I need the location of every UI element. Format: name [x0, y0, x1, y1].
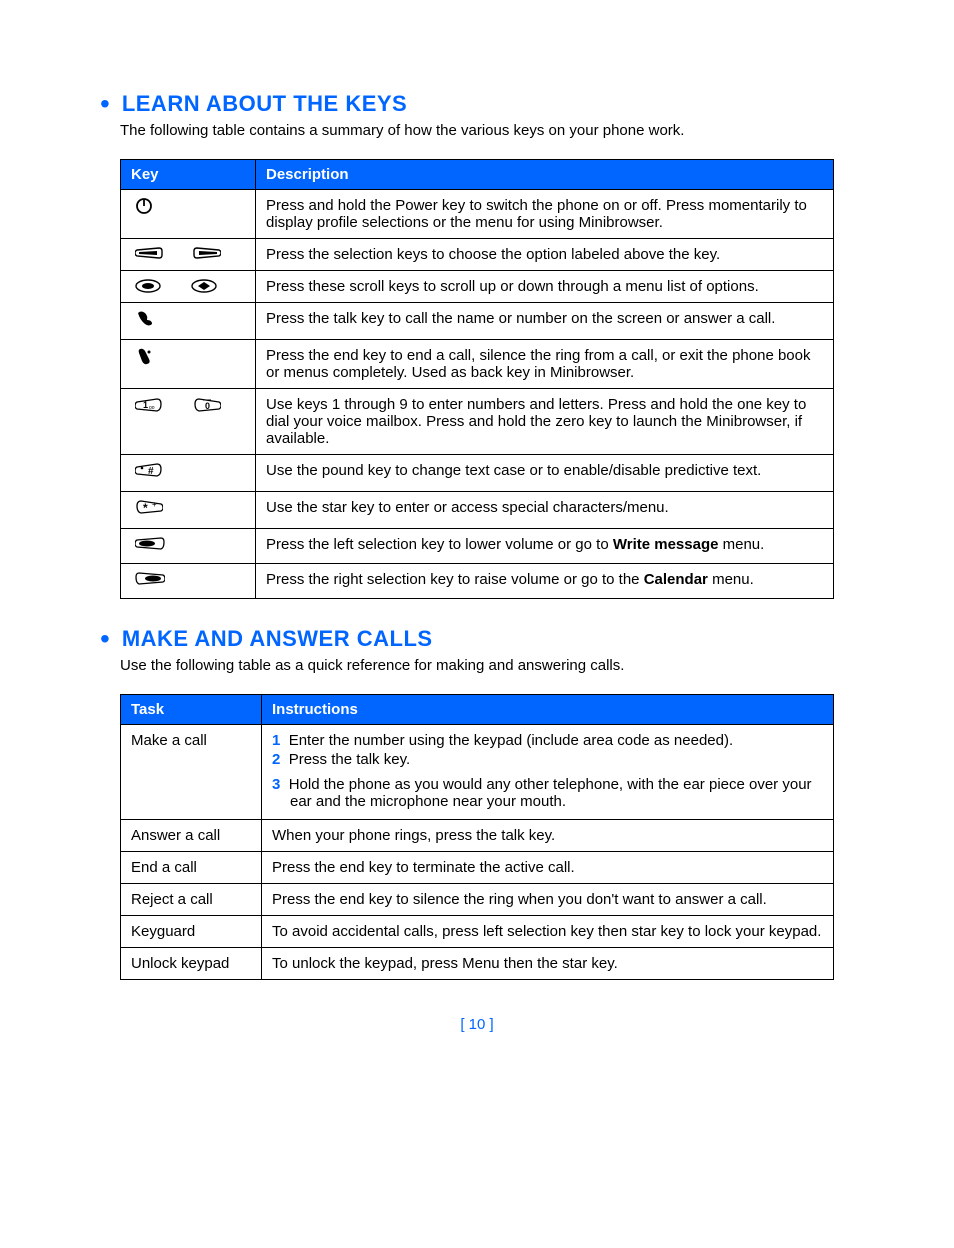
calls-table: Task Instructions Make a call 1 Enter th… — [120, 694, 834, 980]
section2-title: MAKE AND ANSWER CALLS — [122, 626, 433, 652]
pound-icon: # — [135, 462, 163, 484]
calls-table-header-row: Task Instructions — [121, 695, 834, 725]
table-row: Reject a call Press the end key to silen… — [121, 884, 834, 916]
right-select-icon — [135, 571, 165, 591]
step-number: 2 — [272, 751, 280, 768]
svg-text:+: + — [152, 500, 157, 509]
table-row: Press the end key to end a call, silence… — [121, 340, 834, 389]
step-text: Hold the phone as you would any other te… — [289, 776, 812, 810]
section2-intro: Use the following table as a quick refer… — [120, 657, 834, 674]
desc-text: menu. — [718, 536, 764, 553]
end-icon — [135, 347, 155, 371]
calls-header-task: Task — [121, 695, 262, 725]
desc-cell: Press the end key to end a call, silence… — [256, 340, 834, 389]
table-row: Make a call 1 Enter the number using the… — [121, 725, 834, 820]
number-keys-icon: 1oo 0 — [135, 396, 245, 414]
task-cell: Answer a call — [121, 820, 262, 852]
key-cell — [121, 190, 256, 239]
talk-icon — [135, 310, 155, 332]
key-cell: 1oo 0 — [121, 389, 256, 455]
key-cell — [121, 564, 256, 599]
step-text: Enter the number using the keypad (inclu… — [289, 732, 733, 749]
table-row: Press the right selection key to raise v… — [121, 564, 834, 599]
key-cell: *+ — [121, 492, 256, 529]
step-2: 2 Press the talk key. — [272, 751, 823, 768]
step-number: 1 — [272, 732, 280, 749]
step-text: Press the talk key. — [289, 751, 410, 768]
instr-cell: Press the end key to terminate the activ… — [262, 852, 834, 884]
task-cell: End a call — [121, 852, 262, 884]
table-row: Answer a call When your phone rings, pre… — [121, 820, 834, 852]
section1-title: LEARN ABOUT THE KEYS — [122, 91, 407, 117]
desc-cell: Press the talk key to call the name or n… — [256, 303, 834, 340]
table-row: Press the selection keys to choose the o… — [121, 239, 834, 271]
section2-header: • MAKE AND ANSWER CALLS — [100, 625, 834, 653]
table-row: Press these scroll keys to scroll up or … — [121, 271, 834, 303]
left-select-icon — [135, 536, 165, 556]
keys-header-key: Key — [121, 160, 256, 190]
key-cell — [121, 239, 256, 271]
svg-text:*: * — [143, 501, 148, 515]
svg-text:0: 0 — [205, 401, 210, 411]
page-number: [ 10 ] — [120, 1016, 834, 1033]
task-cell: Make a call — [121, 725, 262, 820]
desc-text: menu. — [708, 571, 754, 588]
power-icon — [135, 197, 153, 219]
desc-cell: Press the left selection key to lower vo… — [256, 529, 834, 564]
key-cell — [121, 271, 256, 303]
keys-table-header-row: Key Description — [121, 160, 834, 190]
step-1: 1 Enter the number using the keypad (inc… — [272, 732, 823, 749]
table-row: # Use the pound key to change text case … — [121, 455, 834, 492]
desc-cell: Press the right selection key to raise v… — [256, 564, 834, 599]
keys-header-desc: Description — [256, 160, 834, 190]
table-row: 1oo 0 Use keys 1 through 9 to enter numb… — [121, 389, 834, 455]
key-cell — [121, 303, 256, 340]
selection-keys-icon — [135, 246, 245, 262]
desc-text: Press the right selection key to raise v… — [266, 571, 644, 588]
desc-cell: Use the star key to enter or access spec… — [256, 492, 834, 529]
keys-table: Key Description Press and hold the Power… — [120, 159, 834, 599]
key-cell — [121, 529, 256, 564]
desc-cell: Use keys 1 through 9 to enter numbers an… — [256, 389, 834, 455]
task-cell: Unlock keypad — [121, 948, 262, 980]
desc-text: Press the left selection key to lower vo… — [266, 536, 613, 553]
section1-intro: The following table contains a summary o… — [120, 122, 834, 139]
desc-bold: Write message — [613, 536, 719, 553]
bullet-icon: • — [100, 90, 110, 118]
key-cell: # — [121, 455, 256, 492]
table-row: Unlock keypad To unlock the keypad, pres… — [121, 948, 834, 980]
desc-cell: Press these scroll keys to scroll up or … — [256, 271, 834, 303]
desc-bold: Calendar — [644, 571, 708, 588]
step-number: 3 — [272, 776, 280, 793]
calls-header-instr: Instructions — [262, 695, 834, 725]
table-row: Press the left selection key to lower vo… — [121, 529, 834, 564]
desc-cell: Press the selection keys to choose the o… — [256, 239, 834, 271]
instr-cell: To avoid accidental calls, press left se… — [262, 916, 834, 948]
table-row: Press the talk key to call the name or n… — [121, 303, 834, 340]
star-icon: *+ — [135, 499, 163, 521]
table-row: Press and hold the Power key to switch t… — [121, 190, 834, 239]
bullet-icon: • — [100, 625, 110, 653]
page-content: • LEARN ABOUT THE KEYS The following tab… — [0, 0, 954, 1073]
table-row: Keyguard To avoid accidental calls, pres… — [121, 916, 834, 948]
instr-cell: When your phone rings, press the talk ke… — [262, 820, 834, 852]
section1-header: • LEARN ABOUT THE KEYS — [100, 90, 834, 118]
instr-cell: 1 Enter the number using the keypad (inc… — [262, 725, 834, 820]
desc-cell: Use the pound key to change text case or… — [256, 455, 834, 492]
svg-text:#: # — [148, 466, 154, 477]
step-3: 3 Hold the phone as you would any other … — [272, 776, 823, 810]
desc-cell: Press and hold the Power key to switch t… — [256, 190, 834, 239]
task-cell: Reject a call — [121, 884, 262, 916]
instr-cell: Press the end key to silence the ring wh… — [262, 884, 834, 916]
table-row: *+ Use the star key to enter or access s… — [121, 492, 834, 529]
scroll-keys-icon — [135, 278, 245, 294]
instr-cell: To unlock the keypad, press Menu then th… — [262, 948, 834, 980]
svg-text:1: 1 — [143, 400, 148, 410]
task-cell: Keyguard — [121, 916, 262, 948]
svg-text:oo: oo — [149, 405, 155, 411]
table-row: End a call Press the end key to terminat… — [121, 852, 834, 884]
key-cell — [121, 340, 256, 389]
